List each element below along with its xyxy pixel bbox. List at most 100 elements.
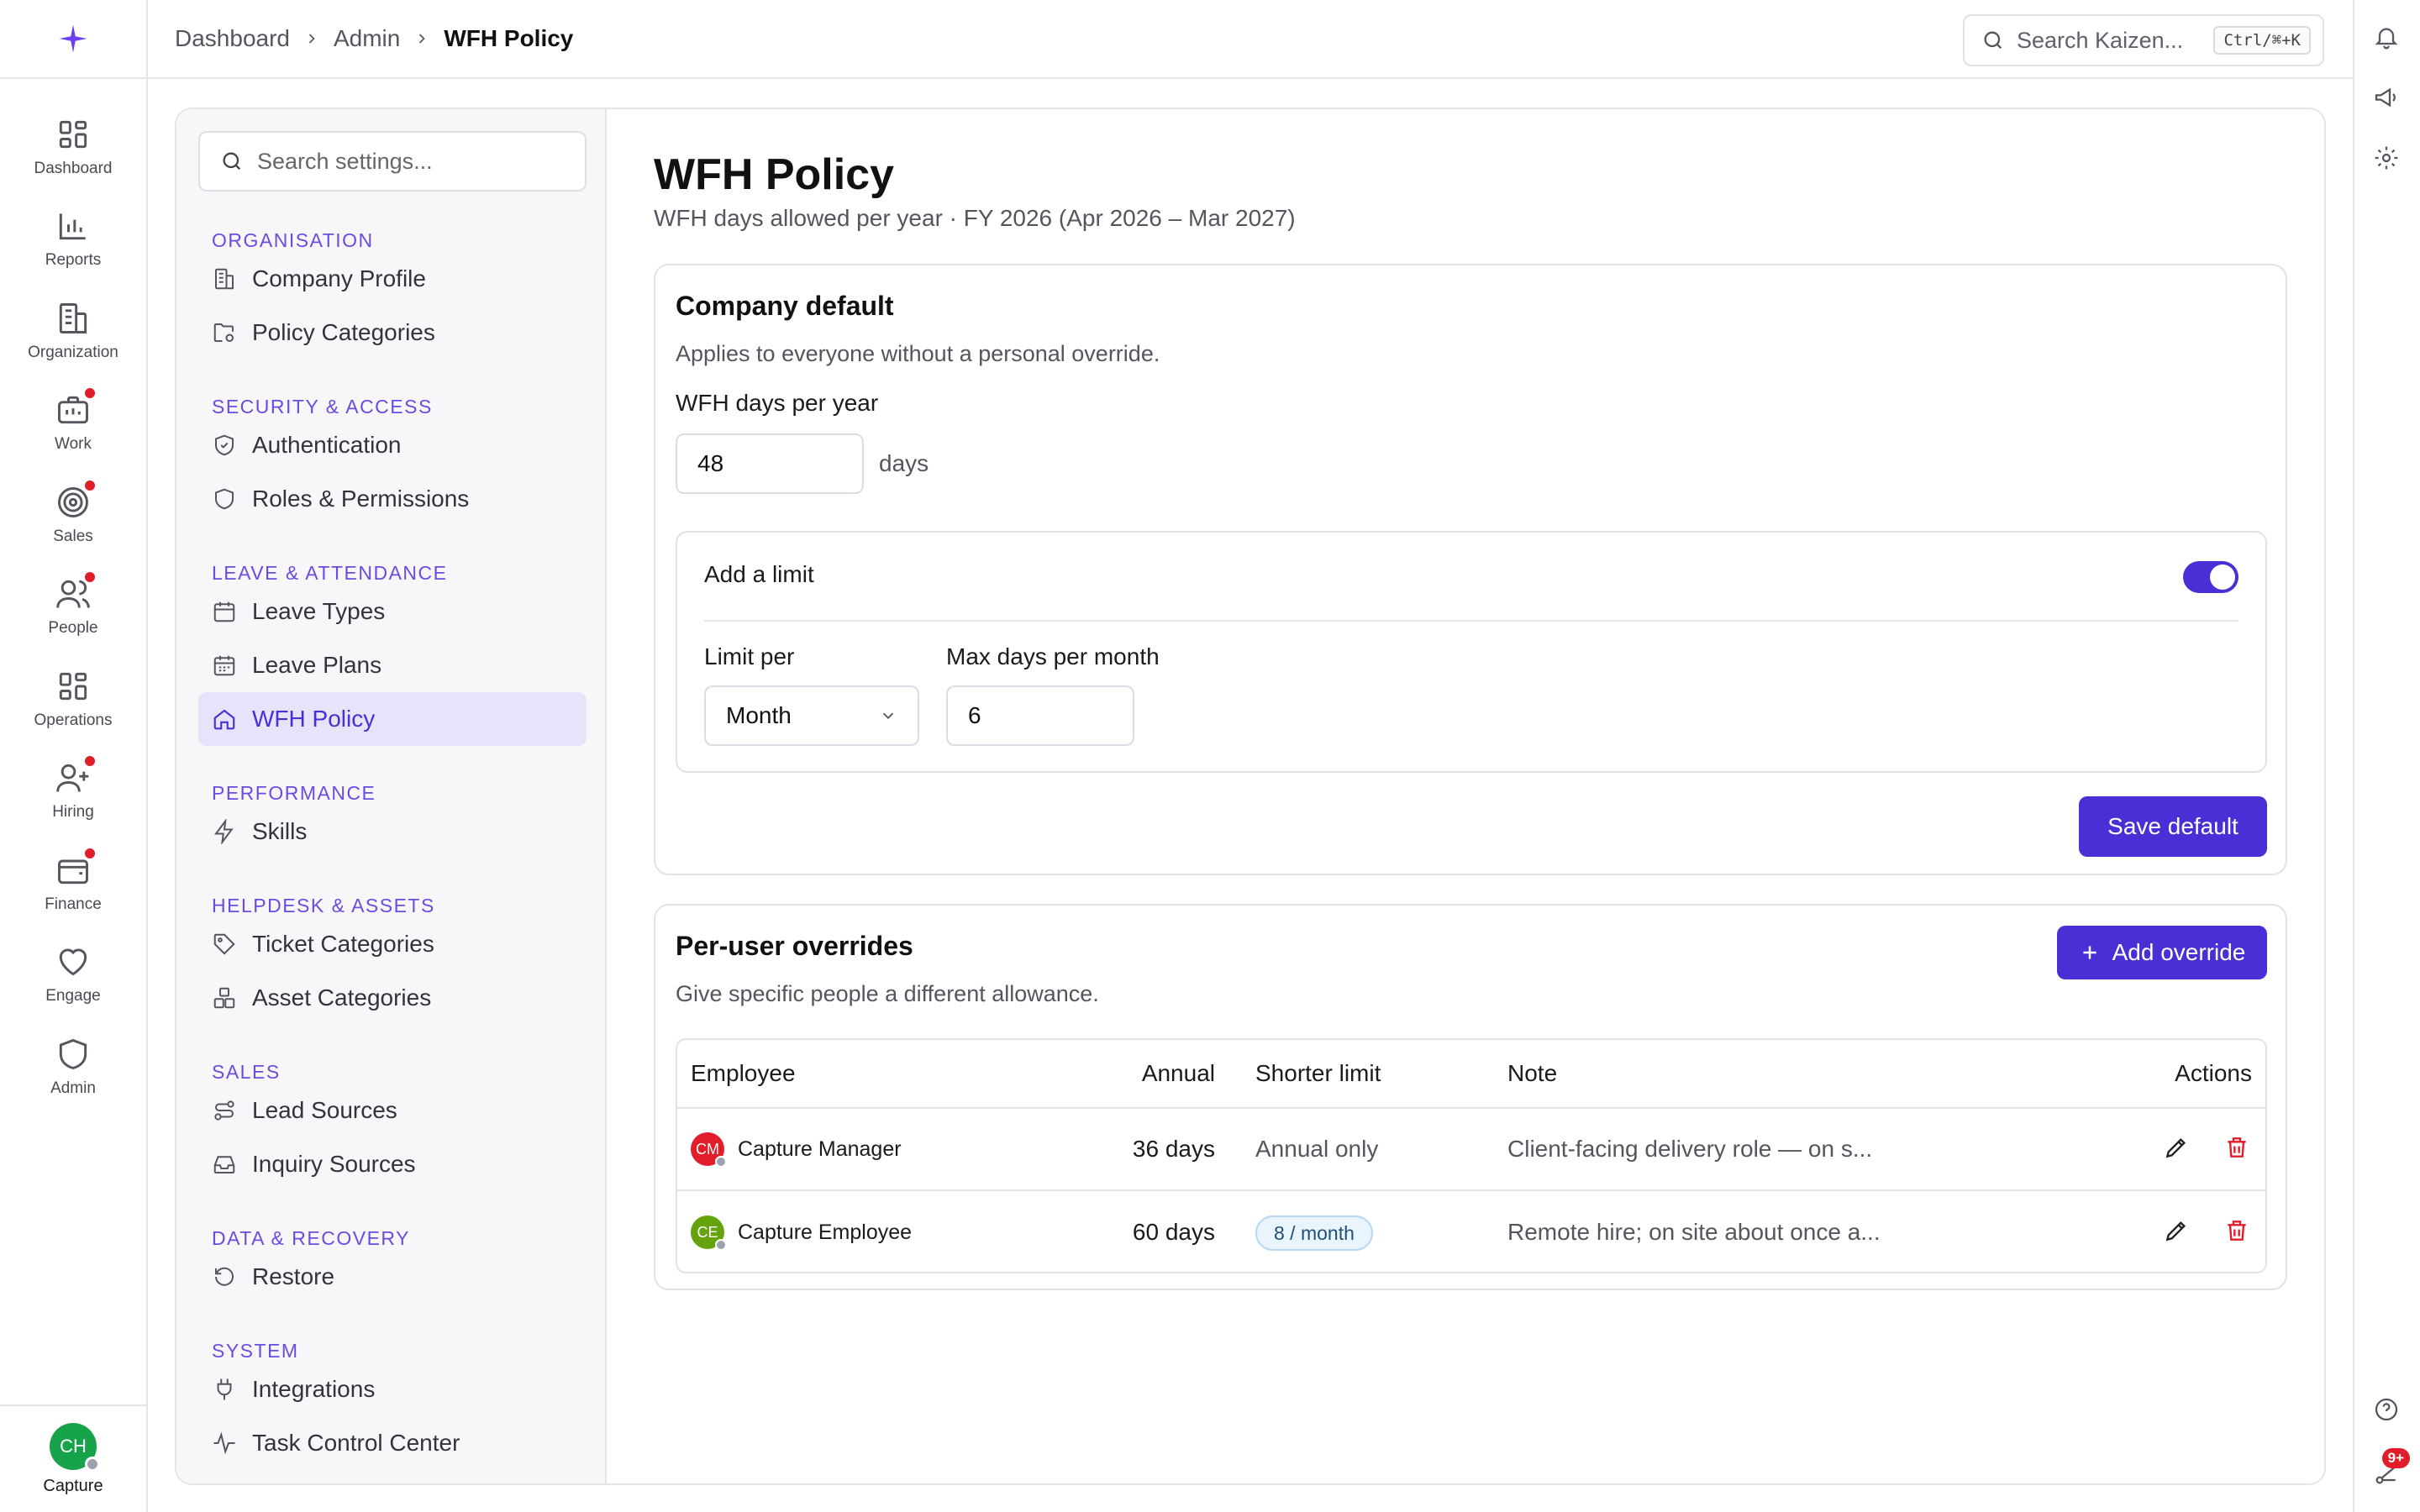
- rail-item-label: Sales: [53, 527, 93, 545]
- rail-item-label: Work: [55, 435, 92, 454]
- edit-button[interactable]: [2163, 1217, 2193, 1247]
- delete-button[interactable]: [2223, 1217, 2254, 1247]
- rail-item-organization[interactable]: Organization: [0, 285, 146, 377]
- sparkle-icon: [59, 24, 87, 53]
- settings-item-label: Company Profile: [252, 265, 426, 291]
- settings-item-task-control-center[interactable]: Task Control Center: [198, 1416, 587, 1470]
- settings-item-authentication[interactable]: Authentication: [198, 418, 587, 472]
- calendar-icon: [213, 601, 235, 622]
- settings-item-label: Restore: [252, 1263, 335, 1289]
- settings-item-wfh-policy[interactable]: WFH Policy: [198, 692, 587, 746]
- notification-dot: [83, 570, 97, 585]
- user-label: Capture: [43, 1476, 103, 1495]
- notification-dot: [83, 754, 97, 769]
- rail-item-finance[interactable]: Finance: [0, 837, 146, 929]
- settings-nav: ORGANISATION Company Profile Policy Cate…: [198, 218, 587, 1470]
- card-title: Per-user overrides: [676, 931, 913, 961]
- breadcrumb-admin[interactable]: Admin: [334, 25, 400, 52]
- settings-item-label: Leave Plans: [252, 652, 382, 678]
- card-description: Applies to everyone without a personal o…: [676, 341, 1160, 366]
- rail-item-engage[interactable]: Engage: [0, 929, 146, 1021]
- announcements-button[interactable]: [2373, 84, 2403, 114]
- top-bar: Dashboard Admin WFH Policy Search Kaizen…: [148, 0, 2353, 79]
- toggle-knob: [2210, 564, 2235, 590]
- settings-item-leave-types[interactable]: Leave Types: [198, 585, 587, 638]
- rail-item-people[interactable]: People: [0, 561, 146, 654]
- employee-cell: CM Capture Manager: [691, 1132, 902, 1168]
- wfh-days-input[interactable]: 48: [676, 433, 864, 494]
- pencil-icon: [2165, 1137, 2186, 1158]
- table-row: CM Capture Manager 36 days Annual only C…: [677, 1109, 2265, 1191]
- building-icon: [215, 268, 234, 290]
- rail-item-admin[interactable]: Admin: [0, 1021, 146, 1113]
- col-annual: Annual: [1141, 1060, 1215, 1086]
- notifications-button[interactable]: [2373, 24, 2403, 54]
- rail-item-label: Organization: [28, 343, 118, 361]
- annual-cell: 36 days: [1132, 1136, 1215, 1162]
- plug-icon: [217, 1378, 232, 1400]
- add-limit-toggle[interactable]: [2183, 561, 2238, 593]
- rail-item-dashboard[interactable]: Dashboard: [0, 101, 146, 193]
- settings-button[interactable]: [2373, 144, 2403, 175]
- status-dot: [715, 1156, 727, 1168]
- left-rail: Dashboard Reports Organization Work Sale…: [0, 0, 148, 1512]
- rail-item-hiring[interactable]: Hiring: [0, 745, 146, 837]
- max-days-label: Max days per month: [946, 643, 1160, 669]
- save-default-button[interactable]: Save default: [2079, 796, 2267, 857]
- settings-item-label: Leave Types: [252, 598, 386, 624]
- activity-button[interactable]: 9+: [2373, 1448, 2410, 1490]
- settings-search[interactable]: Search settings...: [198, 131, 587, 192]
- settings-item-lead-sources[interactable]: Lead Sources: [198, 1084, 587, 1137]
- settings-item-policy-categories[interactable]: Policy Categories: [198, 306, 587, 360]
- notification-dot: [83, 478, 97, 492]
- shield-check-icon: [215, 434, 234, 456]
- settings-item-roles-permissions[interactable]: Roles & Permissions: [198, 472, 587, 526]
- trash-icon: [2228, 1221, 2246, 1241]
- settings-item-label: Skills: [252, 818, 308, 844]
- settings-item-asset-categories[interactable]: Asset Categories: [198, 971, 587, 1025]
- limit-per-select[interactable]: Month: [704, 685, 919, 746]
- user-menu[interactable]: CH Capture: [0, 1404, 146, 1512]
- breadcrumb-dashboard[interactable]: Dashboard: [175, 25, 290, 52]
- notification-dot: [83, 386, 97, 401]
- rail-item-work[interactable]: Work: [0, 377, 146, 470]
- settings-item-leave-plans[interactable]: Leave Plans: [198, 638, 587, 692]
- home-icon: [213, 709, 235, 730]
- rail-item-reports[interactable]: Reports: [0, 193, 146, 286]
- col-note: Note: [1507, 1060, 1558, 1086]
- settings-item-skills[interactable]: Skills: [198, 805, 587, 858]
- main-card: Search settings... ORGANISATION Company …: [175, 108, 2326, 1485]
- settings-item-ticket-categories[interactable]: Ticket Categories: [198, 917, 587, 971]
- settings-item-restore[interactable]: Restore: [198, 1250, 587, 1304]
- settings-item-company-profile[interactable]: Company Profile: [198, 252, 587, 306]
- app-logo[interactable]: [0, 0, 146, 79]
- rail-item-operations[interactable]: Operations: [0, 653, 146, 745]
- activity-icon: [213, 1431, 235, 1455]
- settings-search-placeholder: Search settings...: [257, 148, 433, 174]
- avatar: CE: [691, 1215, 727, 1251]
- days-unit: days: [879, 450, 929, 476]
- bell-icon: [2375, 28, 2398, 50]
- col-shorter-limit: Shorter limit: [1255, 1060, 1381, 1086]
- settings-item-inquiry-sources[interactable]: Inquiry Sources: [198, 1137, 587, 1191]
- settings-item-label: Integrations: [252, 1376, 376, 1402]
- col-actions: Actions: [2175, 1060, 2252, 1086]
- add-override-button[interactable]: Add override: [2057, 926, 2267, 979]
- help-circle-icon: [2375, 1398, 2398, 1421]
- chevron-down-icon: [882, 712, 894, 720]
- note-cell: Remote hire; on site about once a...: [1507, 1219, 1881, 1245]
- settings-item-integrations[interactable]: Integrations: [198, 1362, 587, 1416]
- rail-item-label: People: [48, 619, 98, 638]
- help-button[interactable]: [2373, 1396, 2403, 1426]
- max-days-input[interactable]: 6: [946, 685, 1134, 746]
- status-dot: [85, 1456, 100, 1472]
- edit-button[interactable]: [2163, 1134, 2193, 1164]
- chevron-right-icon: [303, 30, 320, 47]
- delete-button[interactable]: [2223, 1134, 2254, 1164]
- settings-sidebar: Search settings... ORGANISATION Company …: [176, 109, 607, 1483]
- rail-item-sales[interactable]: Sales: [0, 469, 146, 561]
- global-search[interactable]: Search Kaizen... Ctrl/⌘+K: [1963, 14, 2324, 66]
- rail-item-label: Reports: [45, 251, 102, 270]
- employee-name: Capture Employee: [738, 1220, 913, 1244]
- grid-icon: [59, 672, 87, 700]
